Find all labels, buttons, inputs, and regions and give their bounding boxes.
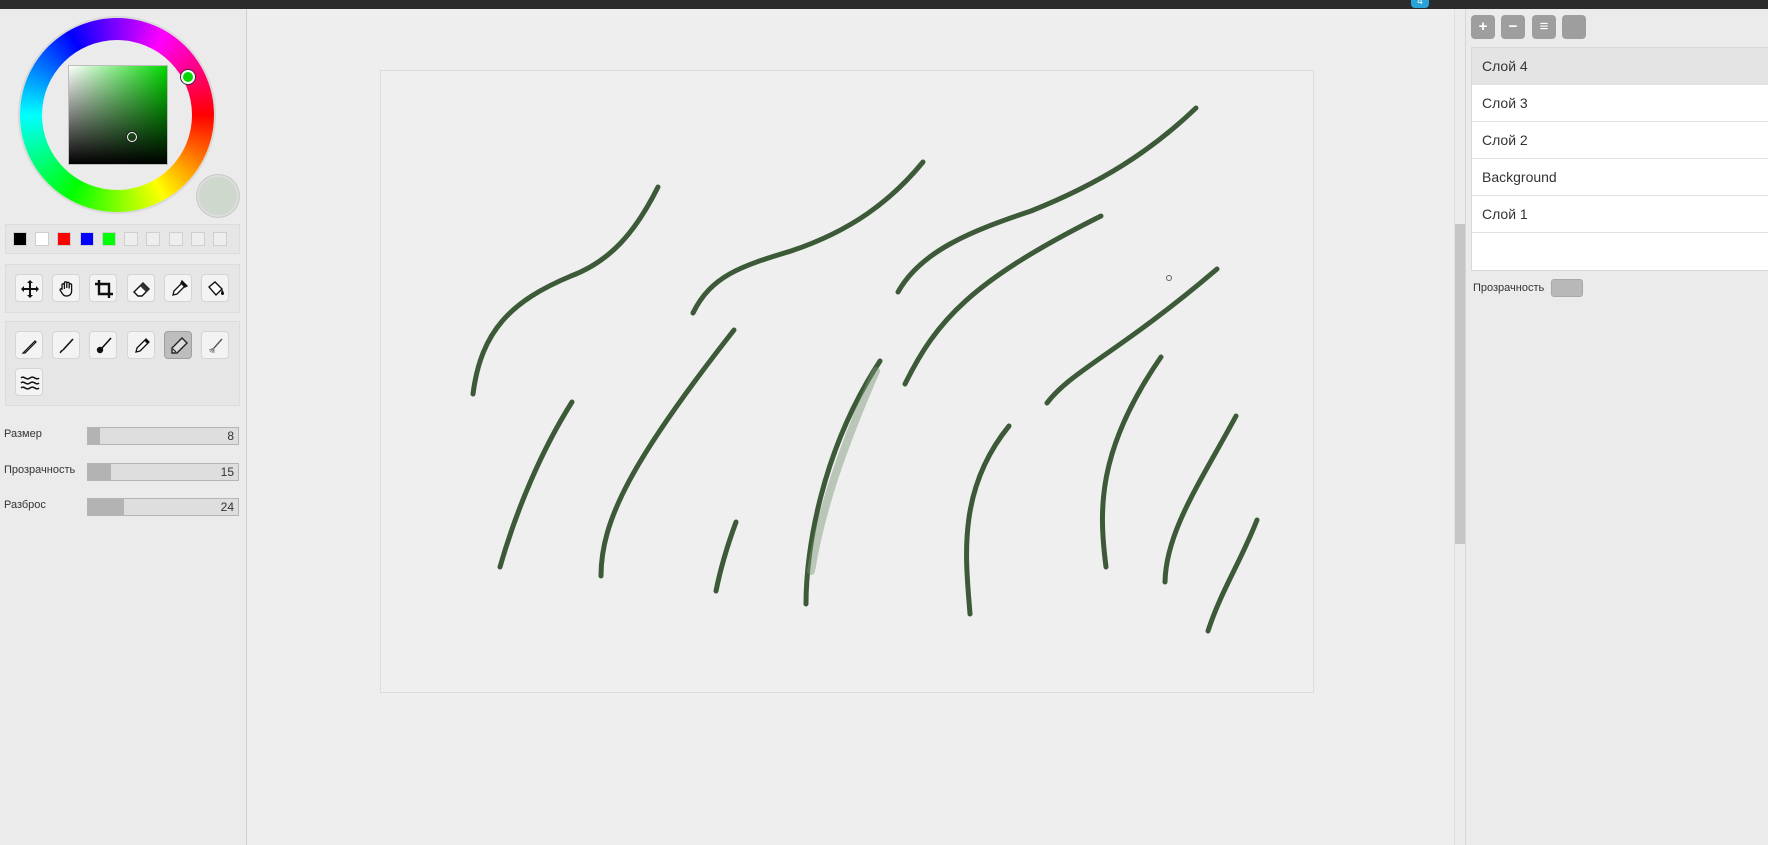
layer-menu-button[interactable]: ≡	[1532, 15, 1556, 39]
hand-tool[interactable]	[52, 274, 80, 302]
size-value: 8	[227, 429, 234, 443]
layer-opacity-label: Прозрачность	[1473, 282, 1545, 294]
palette-swatch-green[interactable]	[102, 232, 116, 246]
brush-stroke	[713, 519, 739, 594]
opacity-slider[interactable]: 15	[87, 463, 239, 481]
brush-stroke	[598, 327, 737, 579]
size-slider-fill	[88, 428, 100, 444]
scatter-label: Разброс	[4, 499, 46, 511]
scatter-slider-fill	[88, 499, 124, 515]
layer-extra-button[interactable]	[1562, 15, 1586, 39]
layer-item[interactable]: Слой 3	[1472, 85, 1768, 122]
move-icon	[21, 280, 39, 298]
palette-swatch-empty[interactable]	[213, 232, 227, 246]
drawing-canvas[interactable]	[380, 70, 1314, 693]
layer-item[interactable]: Слой 2	[1472, 122, 1768, 159]
palette-swatch-empty[interactable]	[124, 232, 138, 246]
tool-group-brushes	[5, 321, 240, 406]
move-tool[interactable]	[15, 274, 43, 302]
color-wheel[interactable]	[20, 18, 214, 212]
pencil-icon	[21, 340, 37, 354]
current-color-swatch[interactable]	[197, 175, 239, 217]
saturation-value-square[interactable]	[68, 65, 168, 165]
layer-item[interactable]: Background	[1472, 159, 1768, 196]
crop-tool[interactable]	[89, 274, 117, 302]
palette-swatch-white[interactable]	[35, 232, 49, 246]
brush-stroke	[895, 105, 1199, 295]
eraser-tool[interactable]	[127, 274, 155, 302]
pen-tool[interactable]	[127, 331, 155, 359]
tool-group-transform	[5, 264, 240, 313]
wave-icon	[20, 376, 40, 390]
opacity-value: 15	[220, 465, 234, 479]
layer-item[interactable]: Слой 4	[1472, 48, 1768, 85]
size-label: Размер	[4, 428, 42, 440]
fan-brush-tool[interactable]	[201, 331, 229, 359]
palette-swatch-black[interactable]	[13, 232, 27, 246]
scatter-slider-row: Разброс 24	[4, 498, 239, 516]
palette-swatch-red[interactable]	[57, 232, 71, 246]
opacity-slider-fill	[88, 464, 111, 480]
palette-swatch-blue[interactable]	[80, 232, 94, 246]
eraser-icon	[133, 282, 150, 297]
layer-opacity-slider[interactable]	[1551, 279, 1583, 297]
round-brush-icon	[96, 337, 112, 354]
size-slider-row: Размер 8	[4, 427, 239, 445]
palette-swatch-empty[interactable]	[146, 232, 160, 246]
bucket-tool[interactable]	[201, 274, 229, 302]
top-bar: 4	[0, 0, 1768, 9]
opacity-slider-row: Прозрачность 15	[4, 463, 239, 481]
notification-badge: 4	[1411, 0, 1429, 8]
marker-icon	[171, 337, 188, 354]
pen-icon	[135, 338, 150, 353]
palette-swatch-empty[interactable]	[169, 232, 183, 246]
round-brush-tool[interactable]	[89, 331, 117, 359]
marker-tool[interactable]	[164, 331, 192, 359]
remove-layer-button[interactable]: −	[1501, 15, 1525, 39]
opacity-label: Прозрачность	[4, 464, 76, 476]
color-palette	[5, 224, 240, 254]
workspace	[247, 9, 1455, 845]
thin-brush-tool[interactable]	[52, 331, 80, 359]
scatter-value: 24	[220, 500, 234, 514]
eyedropper-tool[interactable]	[164, 274, 192, 302]
scrollbar-thumb[interactable]	[1455, 224, 1465, 544]
brush-stroke	[902, 213, 1104, 387]
brush-stroke	[1100, 354, 1164, 570]
left-panel: Размер 8 Прозрачность 15 Разброс 24	[0, 9, 247, 845]
brush-stroke	[1162, 413, 1239, 585]
fan-brush-icon	[208, 338, 223, 354]
brush-stroke	[470, 184, 661, 397]
size-slider[interactable]: 8	[87, 427, 239, 445]
brush-stroke	[1044, 266, 1220, 406]
pencil-tool[interactable]	[15, 331, 43, 359]
hand-icon	[59, 281, 73, 297]
layer-list: Слой 4 Слой 3 Слой 2 Background Слой 1	[1471, 47, 1768, 271]
layers-panel: + − ≡ Слой 4 Слой 3 Слой 2 Background Сл…	[1465, 9, 1768, 845]
vertical-scrollbar[interactable]	[1454, 9, 1465, 845]
layer-item[interactable]: Слой 1	[1472, 196, 1768, 233]
brush-stroke	[690, 159, 926, 316]
wave-tool[interactable]	[15, 368, 43, 396]
saturation-value-handle[interactable]	[127, 132, 137, 142]
eyedropper-icon	[172, 279, 189, 296]
scatter-slider[interactable]: 24	[87, 498, 239, 516]
brush-stroke	[497, 399, 575, 570]
brush-cursor	[1166, 275, 1172, 281]
layer-list-empty-space	[1472, 233, 1768, 270]
brush-stroke	[964, 423, 1012, 617]
brush-stroke	[1205, 517, 1260, 634]
thin-brush-icon	[59, 338, 74, 354]
brush-stroke	[807, 367, 880, 575]
hue-handle[interactable]	[181, 70, 195, 84]
add-layer-button[interactable]: +	[1471, 15, 1495, 39]
crop-icon	[95, 280, 113, 298]
palette-swatch-empty[interactable]	[191, 232, 205, 246]
canvas-strokes	[470, 105, 1260, 634]
bucket-icon	[208, 281, 224, 297]
